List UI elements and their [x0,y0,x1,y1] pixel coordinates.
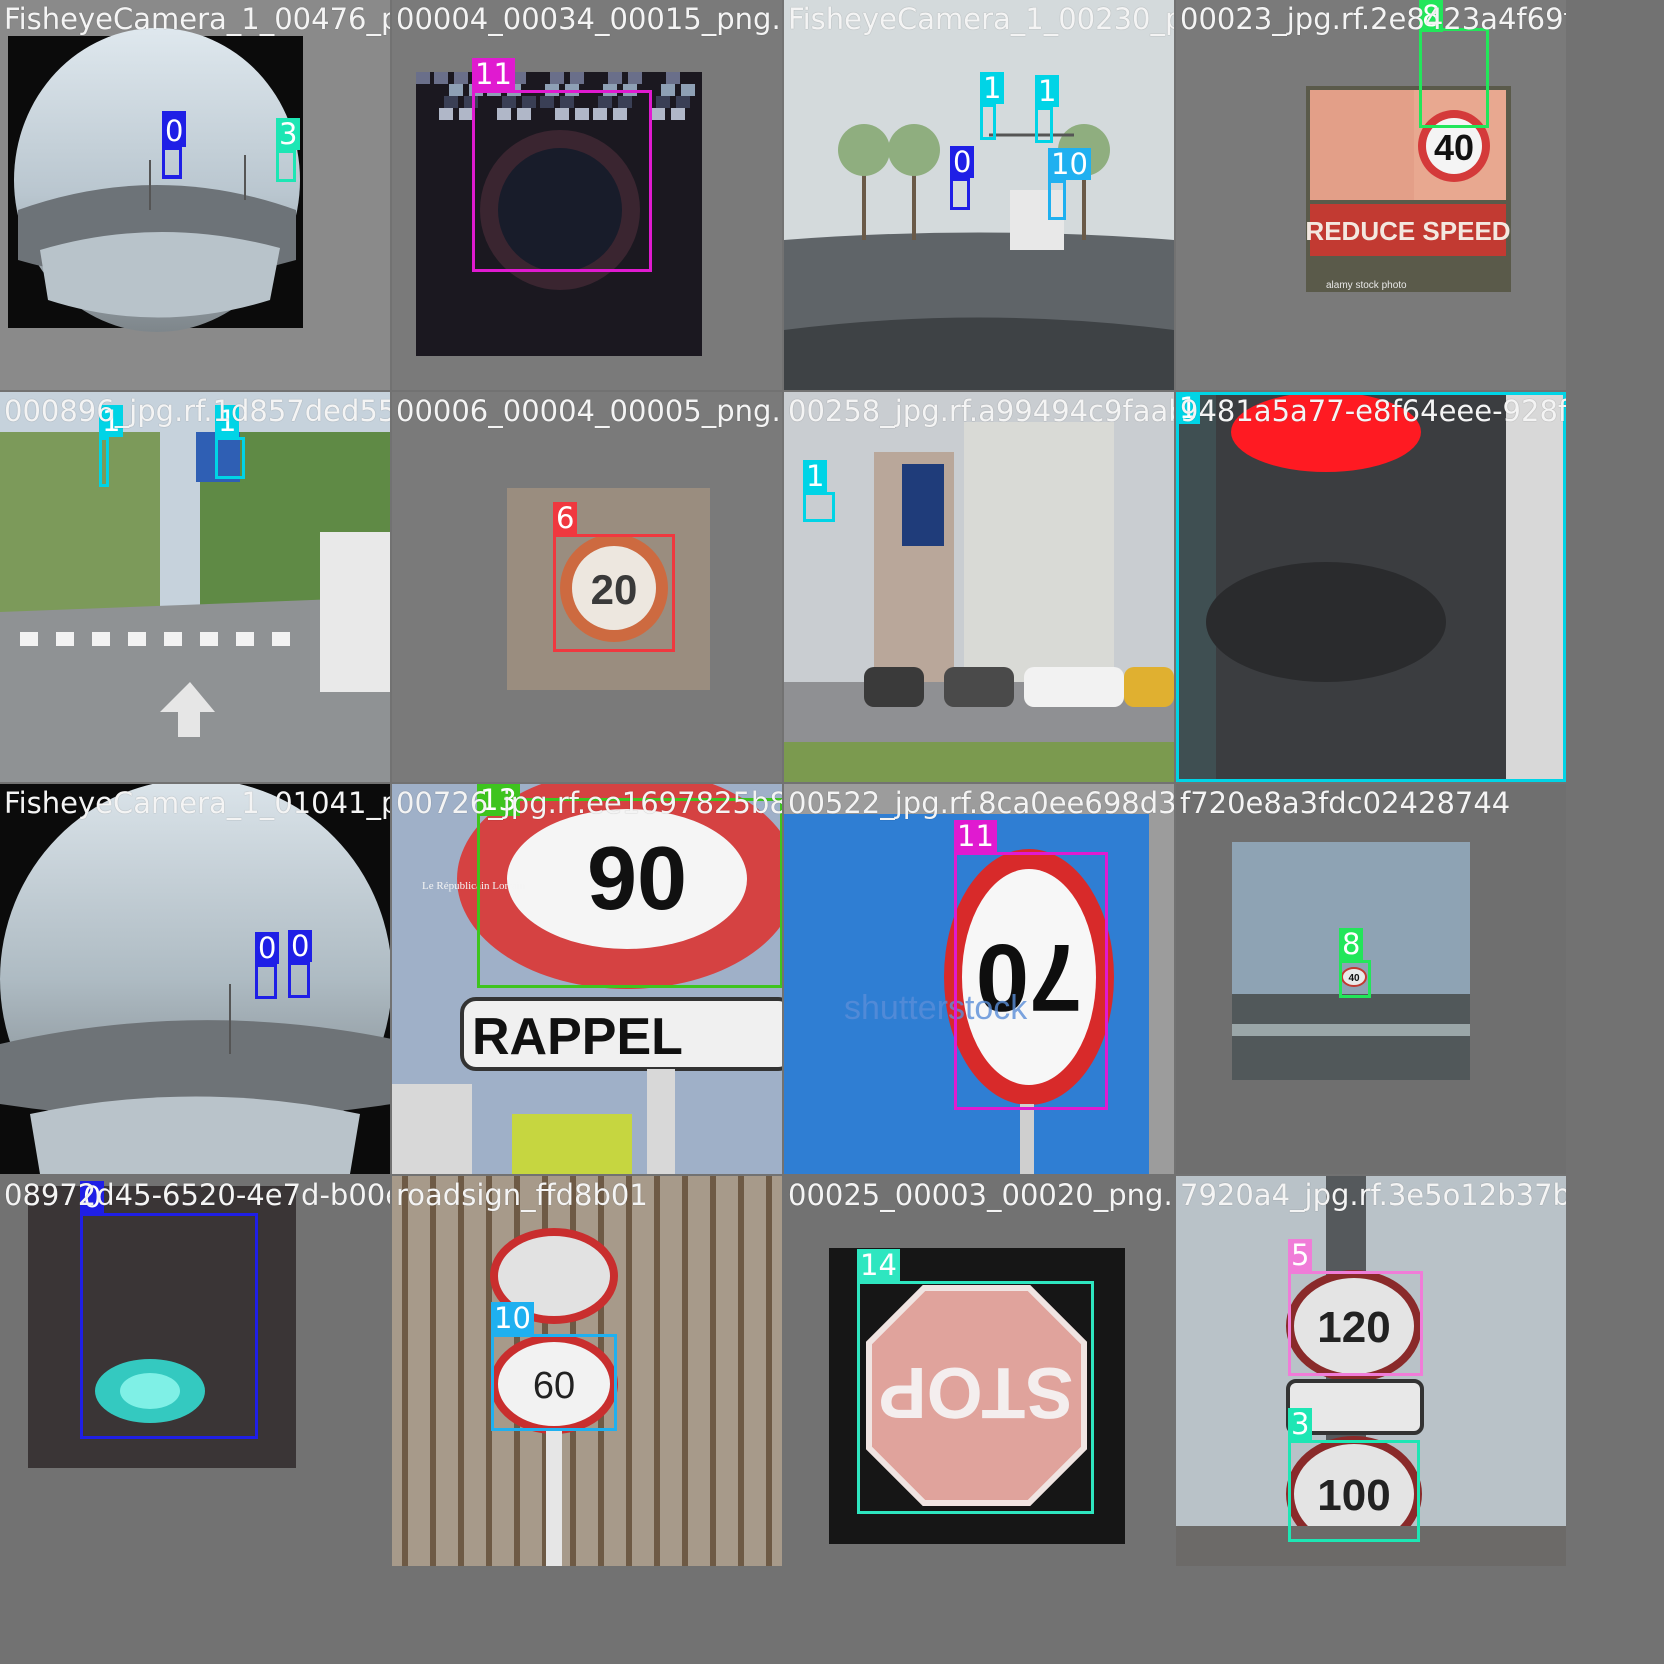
detection-box [954,852,1108,1110]
tile-filename: 00006_00004_00005_png.rf [396,394,782,428]
detection-class-label: 11 [472,58,515,90]
tile-image: 40 [1176,784,1566,1174]
detection-class-label: 10 [491,1302,534,1334]
detection-box [1048,180,1066,220]
tile-filename: 000896_jpg.rf.1d857ded55d6 [4,394,390,428]
tile-filename: 00726_jpg.rf.ee1697825b890 [396,786,782,820]
detection-box [1176,392,1566,782]
tile-filename: 00004_00034_00015_png.rf [396,2,782,36]
tile-image [0,392,390,782]
tile-filename: 08972d45-6520-4e7d-b00e-1 [4,1178,390,1212]
detection-box [553,534,675,652]
detection-class-label: 0 [950,146,975,178]
tile-image [784,392,1174,782]
detection-class-label: 5 [1288,1239,1313,1271]
detection-box [472,90,652,272]
detection-box [1288,1440,1420,1542]
panel-text: RAPPEL [472,1008,683,1066]
tile-filename: FisheyeCamera_1_01041_png.rf.a0769d4e5ee… [4,786,390,820]
detection-class-label: 10 [1048,148,1091,180]
detection-box [1288,1271,1423,1376]
detection-class-label: 1 [803,460,828,492]
mosaic-tile: 00258_jpg.rf.a99494c9faab55 1 [784,392,1174,782]
tile-image [0,784,390,1174]
detection-box [288,962,310,998]
tile-filename: FisheyeCamera_1_00476_png.rf.aa563429001… [4,2,390,36]
detection-box [255,964,277,999]
detection-box [1035,107,1053,143]
mosaic-tile: 08972d45-6520-4e7d-b00e-1 0 [0,1176,390,1566]
mosaic-tile: 120 100 7920a4_jpg.rf.3e5o12b37b6 5 3 [1176,1176,1566,1566]
mosaic-tile: 40 f720e8a3fdc02428744 8 [1176,784,1566,1174]
tile-filename: 00258_jpg.rf.a99494c9faab55 [788,394,1174,428]
detection-box [857,1281,1094,1514]
watermark-text: alamy stock photo [1326,280,1407,291]
mosaic-tile: 70shutterstock00522_jpg.rf.8ca0ee698d35b… [784,784,1174,1174]
tile-filename: 7920a4_jpg.rf.3e5o12b37b6 [1180,1178,1566,1212]
mosaic-tile: 90 RAPPEL Le Républicain Lorrain 00726_jpg.… [392,784,782,1174]
tile-filename: 00023_jpg.rf.2e8423a4f69f9 [1180,2,1566,36]
detection-class-label: 3 [276,118,301,150]
detection-box [276,150,296,182]
detection-box [215,437,245,479]
sign-text: REDUCE SPEED [1305,216,1510,246]
detection-box [1339,960,1371,998]
detection-class-label: 6 [553,502,578,534]
detection-class-label: 1 [1035,75,1060,107]
tile-filename: f720e8a3fdc02428744 [1180,786,1511,820]
detection-box [491,1334,617,1431]
tile-filename: FisheyeCamera_1_00230_png.rf.abcdef0d097… [788,2,1174,36]
detection-class-label: 0 [162,115,187,147]
detection-box [477,798,782,988]
detection-box [980,104,996,140]
detection-box [1419,28,1489,128]
tile-image [784,0,1174,390]
tile-filename: 00522_jpg.rf.8ca0ee698d35ba [788,786,1174,820]
mosaic-tile: 000896_jpg.rf.1d857ded55d611 [0,392,390,782]
detection-box [950,178,970,210]
detection-box [803,492,835,522]
detection-class-label: 0 [255,932,280,964]
mosaic-tile: 60 roadsign_ffd8b01 10 [392,1176,782,1566]
tile-image [0,0,390,390]
detection-box [80,1213,258,1439]
mosaic-tile: 00004_00034_00015_png.rf 11 [392,0,782,390]
tile-filename: 00025_00003_00020_png.rf [788,1178,1174,1212]
tile-filename: 9481a5a77-e8f64eee-928f-88 [1180,394,1566,428]
mosaic-tile: FisheyeCamera_1_00230_png.rf.abcdef0d097… [784,0,1174,390]
detection-box [99,437,109,487]
detection-class-label: 1 [980,72,1005,104]
mosaic-tile: FisheyeCamera_1_00476_png.rf.aa563429001… [0,0,390,390]
mosaic-tile: FisheyeCamera_1_01041_png.rf.a0769d4e5ee… [0,784,390,1174]
sign-number-text: 40 [1434,127,1474,168]
detection-box [162,147,182,179]
detection-class-label: 14 [857,1249,900,1281]
mosaic-tile: STOP 00025_00003_00020_png.rf 14 [784,1176,1174,1566]
mosaic-tile: 20 00006_00004_00005_png.rf 6 [392,392,782,782]
detection-mosaic: FisheyeCamera_1_00476_png.rf.aa563429001… [0,0,1664,1664]
detection-class-label: 8 [1339,928,1364,960]
detection-class-label: 0 [288,930,313,962]
tile-image: 40 REDUCE SPEED alamy stock photo [1176,0,1566,390]
tile-filename: roadsign_ffd8b01 [396,1178,648,1212]
mosaic-tile: 9481a5a77-e8f64eee-928f-881 [1176,392,1566,782]
detection-class-label: 3 [1288,1408,1313,1440]
detection-class-label: 11 [954,820,997,852]
mosaic-tile: 40 REDUCE SPEED alamy stock photo 00023_jpg… [1176,0,1566,390]
